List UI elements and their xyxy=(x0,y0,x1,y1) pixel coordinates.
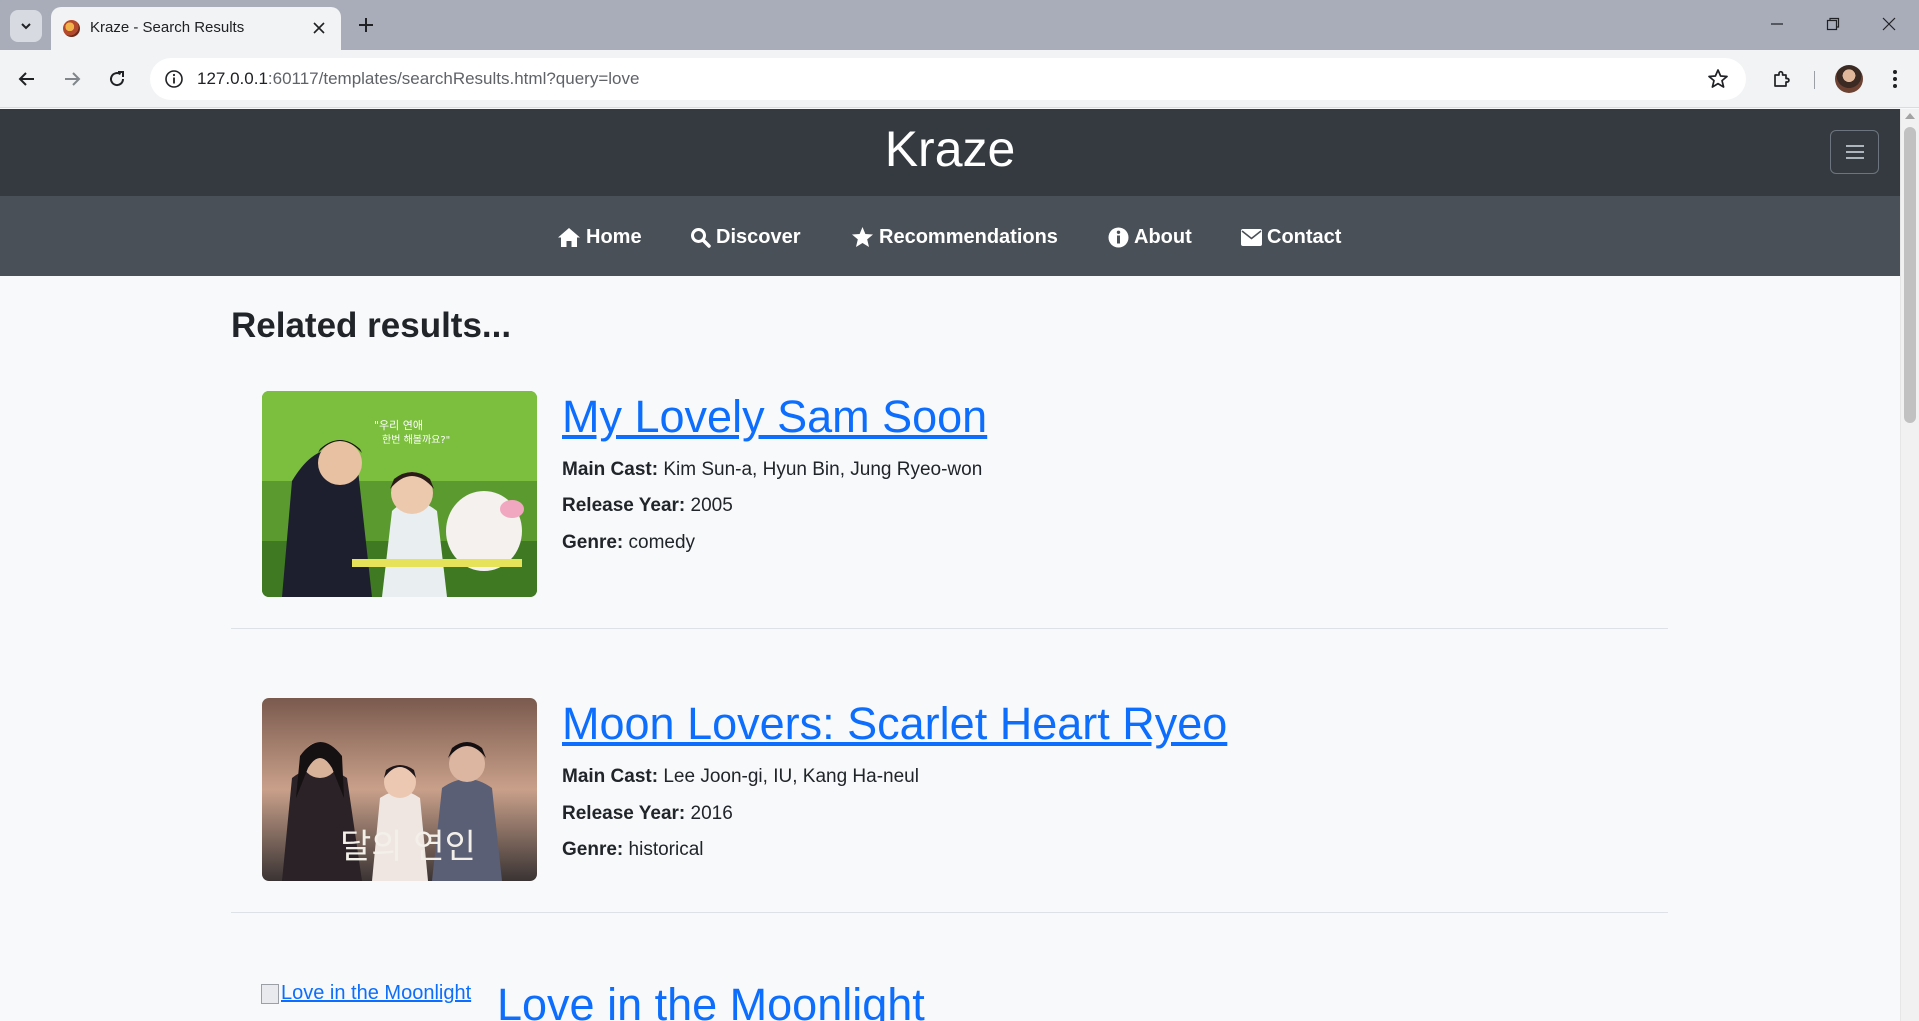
result-year: Release Year: 2005 xyxy=(562,495,733,516)
close-icon xyxy=(1882,17,1896,31)
result-divider xyxy=(231,628,1668,629)
result-title-link[interactable]: My Lovely Sam Soon xyxy=(562,391,987,443)
hamburger-icon xyxy=(1845,145,1864,159)
result-year: Release Year: 2016 xyxy=(562,803,733,824)
broken-image-icon xyxy=(261,983,279,1004)
browser-tab-active[interactable]: Kraze - Search Results xyxy=(51,7,341,50)
arrow-right-icon xyxy=(65,72,81,86)
site-favicon-icon xyxy=(63,20,80,37)
site-info-icon[interactable] xyxy=(164,69,184,89)
puzzle-icon xyxy=(1774,70,1790,87)
nav-about-label: About xyxy=(1134,225,1192,248)
nav-discover[interactable]: Discover xyxy=(690,224,801,250)
forward-button[interactable] xyxy=(56,63,88,95)
site-header: Kraze xyxy=(0,109,1900,196)
envelope-icon xyxy=(1241,228,1262,246)
result-genre: Genre: comedy xyxy=(562,532,696,553)
url-text: 127.0.0.1:60117/templates/searchResults.… xyxy=(197,69,640,88)
tab-search-button[interactable] xyxy=(10,10,42,42)
restore-button[interactable] xyxy=(1810,8,1856,40)
home-icon xyxy=(558,227,580,247)
result-item: 달의 연인 Moon Lovers: Scarlet Heart Ryeo Ma… xyxy=(231,698,1668,898)
bookmark-star-icon[interactable] xyxy=(1706,67,1730,91)
result-cast: Main Cast: Kim Sun-a, Hyun Bin, Jung Rye… xyxy=(562,459,983,480)
nav-home-label: Home xyxy=(586,225,642,248)
result-title-link[interactable]: Moon Lovers: Scarlet Heart Ryeo xyxy=(562,698,1227,750)
browser-tab-strip: Kraze - Search Results xyxy=(0,0,1919,50)
result-cast: Main Cast: Lee Joon-gi, IU, Kang Ha-neul xyxy=(562,766,919,787)
nav-recommendations-label: Recommendations xyxy=(879,225,1058,248)
reload-button[interactable] xyxy=(101,63,133,95)
navbar-toggle-button[interactable] xyxy=(1830,130,1879,174)
scrollbar-thumb[interactable] xyxy=(1904,127,1916,423)
tab-close-button[interactable] xyxy=(307,16,331,40)
page-viewport: Kraze Home Discover Recommendations Abou… xyxy=(0,109,1900,1021)
svg-text:한번 해볼까요?": 한번 해볼까요?" xyxy=(382,433,450,446)
nav-contact-label: Contact xyxy=(1267,225,1342,248)
back-button[interactable] xyxy=(11,63,43,95)
results-heading: Related results... xyxy=(231,306,512,345)
star-icon xyxy=(851,226,874,248)
result-genre: Genre: historical xyxy=(562,839,704,860)
poster-my-lovely-sam-soon: "우리 연애 한번 해볼까요?" xyxy=(262,391,537,597)
plus-icon xyxy=(359,18,373,32)
restore-icon xyxy=(1826,17,1840,31)
result-item: "우리 연애 한번 해볼까요?" My Lovely Sam Soon Main… xyxy=(231,391,1668,615)
reload-icon xyxy=(110,71,125,87)
browser-toolbar: 127.0.0.1:60117/templates/searchResults.… xyxy=(0,50,1919,108)
scroll-up-arrow-icon[interactable] xyxy=(1905,113,1915,119)
tab-title: Kraze - Search Results xyxy=(90,19,245,36)
svg-text:달의 연인: 달의 연인 xyxy=(340,827,476,867)
address-bar[interactable]: 127.0.0.1:60117/templates/searchResults.… xyxy=(150,58,1746,100)
nav-contact[interactable]: Contact xyxy=(1241,224,1341,250)
nav-about[interactable]: About xyxy=(1108,224,1192,250)
chevron-down-icon xyxy=(21,23,31,30)
profile-avatar[interactable] xyxy=(1835,65,1863,93)
result-divider xyxy=(231,912,1668,913)
minimize-button[interactable] xyxy=(1754,8,1800,40)
search-icon xyxy=(691,227,711,248)
close-icon xyxy=(313,22,325,34)
result-poster-broken-image[interactable]: Love in the Moonlight xyxy=(261,982,471,1005)
nav-discover-label: Discover xyxy=(716,225,801,248)
extensions-button[interactable] xyxy=(1766,63,1798,95)
nav-home[interactable]: Home xyxy=(557,224,642,250)
result-title-link[interactable]: Love in the Moonlight xyxy=(497,979,925,1021)
broken-image-alt-text: Love in the Moonlight xyxy=(281,982,472,1004)
toolbar-divider xyxy=(1814,71,1815,89)
new-tab-button[interactable] xyxy=(351,10,381,40)
browser-menu-button[interactable] xyxy=(1879,63,1911,95)
svg-text:"우리 연애: "우리 연애 xyxy=(374,419,423,432)
window-close-button[interactable] xyxy=(1866,8,1912,40)
kebab-menu-icon xyxy=(1893,70,1897,88)
info-icon xyxy=(1108,227,1129,247)
result-poster-image[interactable]: 달의 연인 xyxy=(262,698,537,881)
arrow-left-icon xyxy=(18,72,34,86)
page-scrollbar[interactable] xyxy=(1900,109,1919,1021)
nav-recommendations[interactable]: Recommendations xyxy=(851,224,1058,250)
minimize-icon xyxy=(1771,23,1783,25)
brand-title[interactable]: Kraze xyxy=(0,120,1900,178)
poster-moon-lovers: 달의 연인 xyxy=(262,698,537,881)
result-poster-image[interactable]: "우리 연애 한번 해볼까요?" xyxy=(262,391,537,597)
site-nav: Home Discover Recommendations About Cont… xyxy=(0,196,1900,276)
